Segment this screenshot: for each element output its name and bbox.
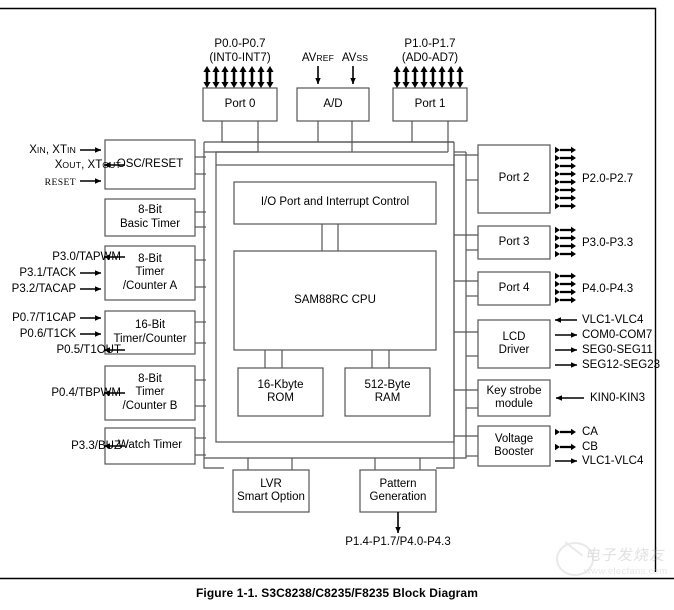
block-port4: [477, 271, 551, 306]
block-ad: [296, 87, 370, 122]
label-p30-tapwm: P3.0/TAPWM: [52, 251, 121, 263]
label-p1-range-line2: (AD0-AD7): [401, 52, 459, 64]
cb-arrow: [555, 443, 576, 451]
block-rom: [237, 367, 324, 417]
block-port3: [477, 225, 551, 260]
label-p0-range-line1: P0.0-P0.7: [214, 38, 266, 50]
label-avss: AVSS: [341, 52, 369, 64]
label-p2-range: P2.0-P2.7: [582, 173, 634, 185]
label-vlc-in: VLC1-VLC4: [582, 314, 644, 326]
label-com-range: COM0-COM7: [582, 329, 653, 341]
label-p0-range-line2: (INT0-INT7): [209, 52, 271, 64]
label-seg-range-b: SEG12-SEG23: [582, 359, 660, 371]
label-p07-t1cap: P0.7/T1CAP: [12, 312, 76, 324]
label-p06-t1ck: P0.6/T1CK: [19, 328, 76, 340]
block-cpu: [233, 250, 437, 351]
label-cb: CB: [582, 441, 598, 453]
label-p05-t1out: P0.5/T1OUT: [56, 344, 121, 356]
label-kin-range: KIN0-KIN3: [590, 392, 645, 404]
label-p3-range: P3.0-P3.3: [582, 237, 634, 249]
label-seg-range-a: SEG0-SEG11: [582, 344, 653, 356]
block-port2: [477, 144, 551, 214]
block-diagram-figure: P0.0-P0.7 (INT0-INT7) AVREF AVSS P1.0-P1…: [0, 0, 674, 610]
ca-arrow: [555, 428, 576, 436]
figure-caption: Figure 1-1. S3C8238/C8235/F8235 Block Di…: [196, 586, 478, 600]
diagram-canvas: [0, 7, 674, 580]
label-ca: CA: [582, 426, 598, 438]
label-p4-range: P4.0-P4.3: [582, 283, 634, 295]
block-basic-timer: [104, 198, 196, 237]
label-p04-tbpwm: P0.4/TBPWM: [51, 387, 121, 399]
label-p1-range-line1: P1.0-P1.7: [404, 38, 456, 50]
block-lcd-driver: [477, 319, 551, 369]
block-ram: [344, 367, 431, 417]
port0-bus-arrows: [203, 66, 274, 88]
block-lvr: [232, 469, 310, 513]
label-pattern-output: P1.4-P1.7/P4.0-P4.3: [345, 536, 451, 548]
port4-pin-arrows: [555, 272, 576, 304]
block-voltage-booster: [477, 425, 551, 467]
port1-bus-arrows: [393, 66, 464, 88]
label-xout: XOUT, XTOUT: [54, 159, 121, 171]
port2-pin-arrows: [555, 146, 576, 210]
label-reset: RESET: [44, 177, 76, 188]
block-port1: [392, 87, 468, 122]
port3-pin-arrows: [555, 226, 576, 258]
block-key-strobe: [477, 379, 551, 417]
label-p32-tacap: P3.2/TACAP: [11, 283, 76, 295]
block-pattern: [359, 469, 437, 513]
block-io-port-control: [233, 181, 437, 225]
block-port0: [202, 87, 278, 122]
label-p33-buz: P3.3/BUZ: [71, 440, 121, 452]
label-p31-tack: P3.1/TACK: [19, 267, 76, 279]
label-xin: XIN, XTIN: [29, 144, 76, 156]
label-vlc-out: VLC1-VLC4: [582, 455, 644, 467]
